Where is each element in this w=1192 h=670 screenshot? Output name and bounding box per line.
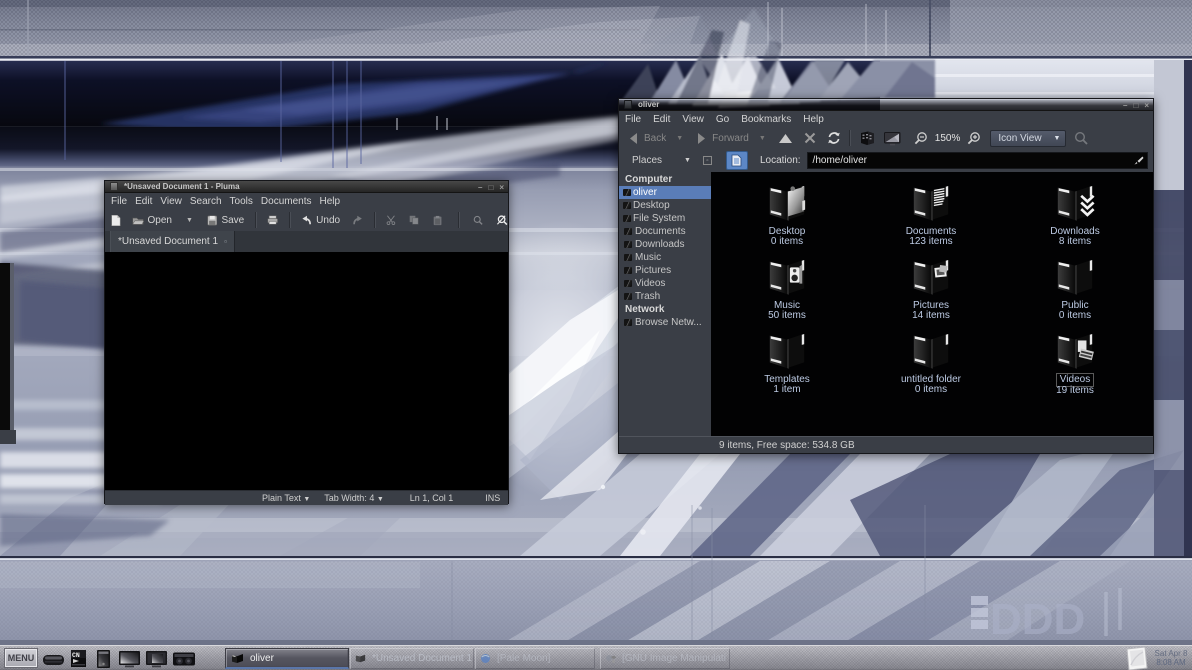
svg-text:DDD: DDD — [990, 595, 1085, 644]
svg-text:CN: CN — [72, 652, 80, 659]
